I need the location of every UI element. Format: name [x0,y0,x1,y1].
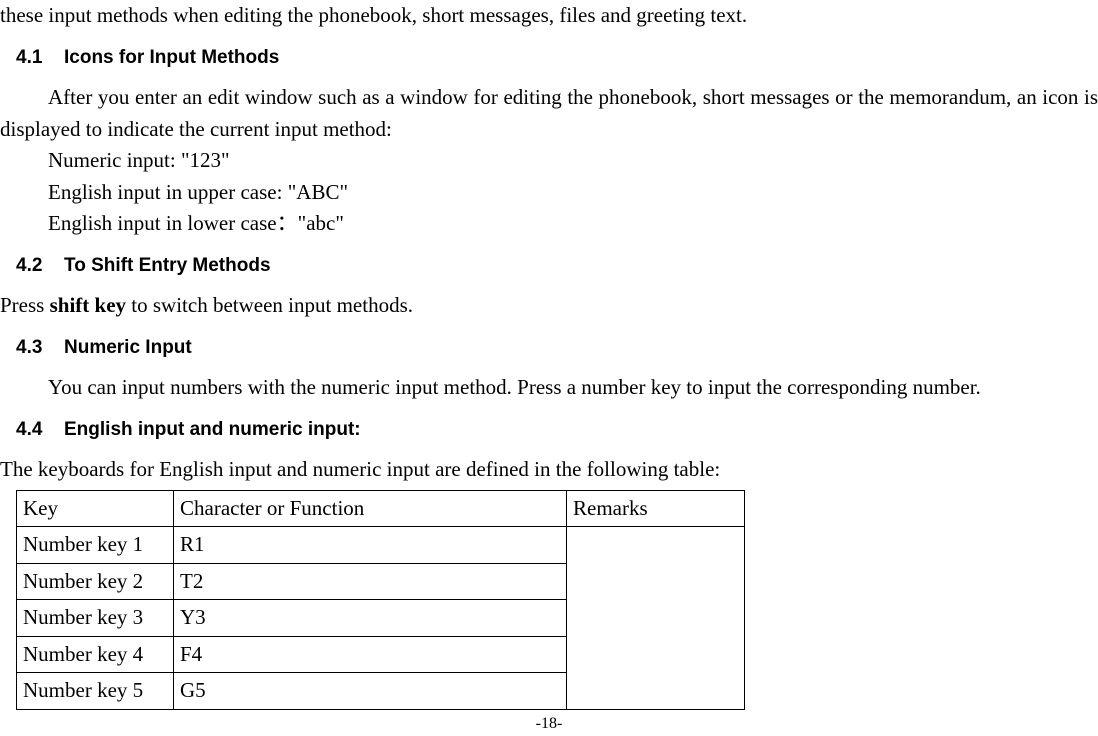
cell-char: G5 [174,673,567,710]
intro-text: these input methods when editing the pho… [0,0,1098,32]
section-4-1-body: After you enter an edit window such as a… [0,82,1098,145]
cell-key: Number key 2 [17,563,174,600]
cell-char: F4 [174,636,567,673]
document-page: these input methods when editing the pho… [0,0,1098,736]
english-upper-line: English input in upper case: "ABC" [48,177,1098,209]
heading-4-3: 4.3Numeric Input [16,334,1098,363]
header-char: Character or Function [174,490,567,527]
heading-num: 4.3 [16,334,64,363]
numeric-input-line: Numeric input: "123" [48,145,1098,177]
heading-4-1: 4.1Icons for Input Methods [16,44,1098,73]
cell-key: Number key 5 [17,673,174,710]
page-number: -18- [0,712,1098,736]
shift-key-bold: shift key [50,293,126,317]
cell-char: Y3 [174,600,567,637]
header-key: Key [17,490,174,527]
cell-char: R1 [174,527,567,564]
text-pre: Press [0,293,50,317]
section-4-2-body: Press shift key to switch between input … [0,290,1098,322]
heading-4-4: 4.4English input and numeric input: [16,416,1098,445]
heading-title: Icons for Input Methods [64,47,279,68]
heading-num: 4.2 [16,252,64,281]
heading-title: Numeric Input [64,337,192,358]
cell-key: Number key 4 [17,636,174,673]
table-row: Number key 1 R1 [17,527,745,564]
heading-num: 4.1 [16,44,64,73]
cell-key: Number key 3 [17,600,174,637]
heading-title: To Shift Entry Methods [64,255,271,276]
text-post: to switch between input methods. [126,293,413,317]
section-4-4-body: The keyboards for English input and nume… [0,454,1098,486]
header-remarks: Remarks [567,490,745,527]
input-key-table: Key Character or Function Remarks Number… [16,490,745,710]
english-lower-line: English input in lower case："abc" [48,208,1098,240]
cell-char: T2 [174,563,567,600]
table-header-row: Key Character or Function Remarks [17,490,745,527]
heading-title: English input and numeric input: [64,419,361,440]
heading-4-2: 4.2To Shift Entry Methods [16,252,1098,281]
cell-key: Number key 1 [17,527,174,564]
section-4-3-body: You can input numbers with the numeric i… [0,372,1098,404]
heading-num: 4.4 [16,416,64,445]
cell-remarks-merged [567,527,745,710]
